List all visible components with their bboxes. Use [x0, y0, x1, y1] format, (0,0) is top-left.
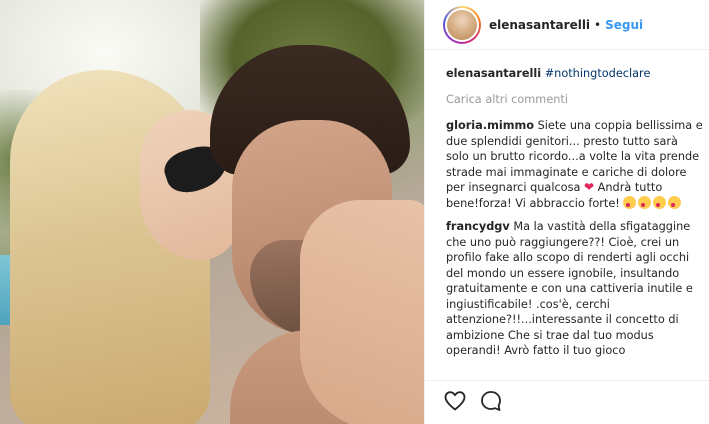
comment-username[interactable]: gloria.mimmo: [446, 119, 534, 132]
avatar-story-ring[interactable]: [443, 5, 481, 44]
load-more-comments-link[interactable]: Carica altri commenti: [446, 92, 704, 108]
header-username[interactable]: elenasantarelli: [489, 18, 590, 32]
post-photo[interactable]: [0, 0, 424, 424]
speech-bubble-icon[interactable]: [479, 389, 503, 417]
kissing-face-emoji: [623, 195, 637, 209]
comment-username[interactable]: francydgv: [446, 220, 510, 233]
post-caption: elenasantarelli #nothingtodeclare: [446, 66, 704, 82]
photo-arm: [300, 200, 424, 424]
comment-item: gloria.mimmo Siete una coppia bellissima…: [446, 118, 704, 211]
follow-button[interactable]: Segui: [605, 18, 643, 32]
heart-outline-icon[interactable]: [443, 389, 467, 417]
red-heart-emoji: ❤: [584, 180, 595, 194]
comment-item: francydgv Ma la vastità della sfigataggi…: [446, 219, 704, 359]
kissing-face-emoji: [638, 195, 652, 209]
kissing-face-emoji: [653, 195, 667, 209]
comment-text: Ma la vastità della sfigataggine che uno…: [446, 220, 693, 357]
caption-hashtag[interactable]: #nothingtodeclare: [545, 67, 651, 80]
comments-section: elenasantarelli #nothingtodeclare Carica…: [446, 66, 704, 367]
avatar[interactable]: [445, 7, 479, 42]
post-side-panel: elenasantarelli • Segui elenasantarelli …: [424, 0, 709, 424]
post-actions-bar: [425, 380, 709, 424]
post-header: elenasantarelli • Segui: [425, 0, 709, 50]
header-separator: •: [594, 17, 602, 32]
caption-username[interactable]: elenasantarelli: [446, 67, 541, 80]
kissing-face-emoji: [668, 195, 682, 209]
